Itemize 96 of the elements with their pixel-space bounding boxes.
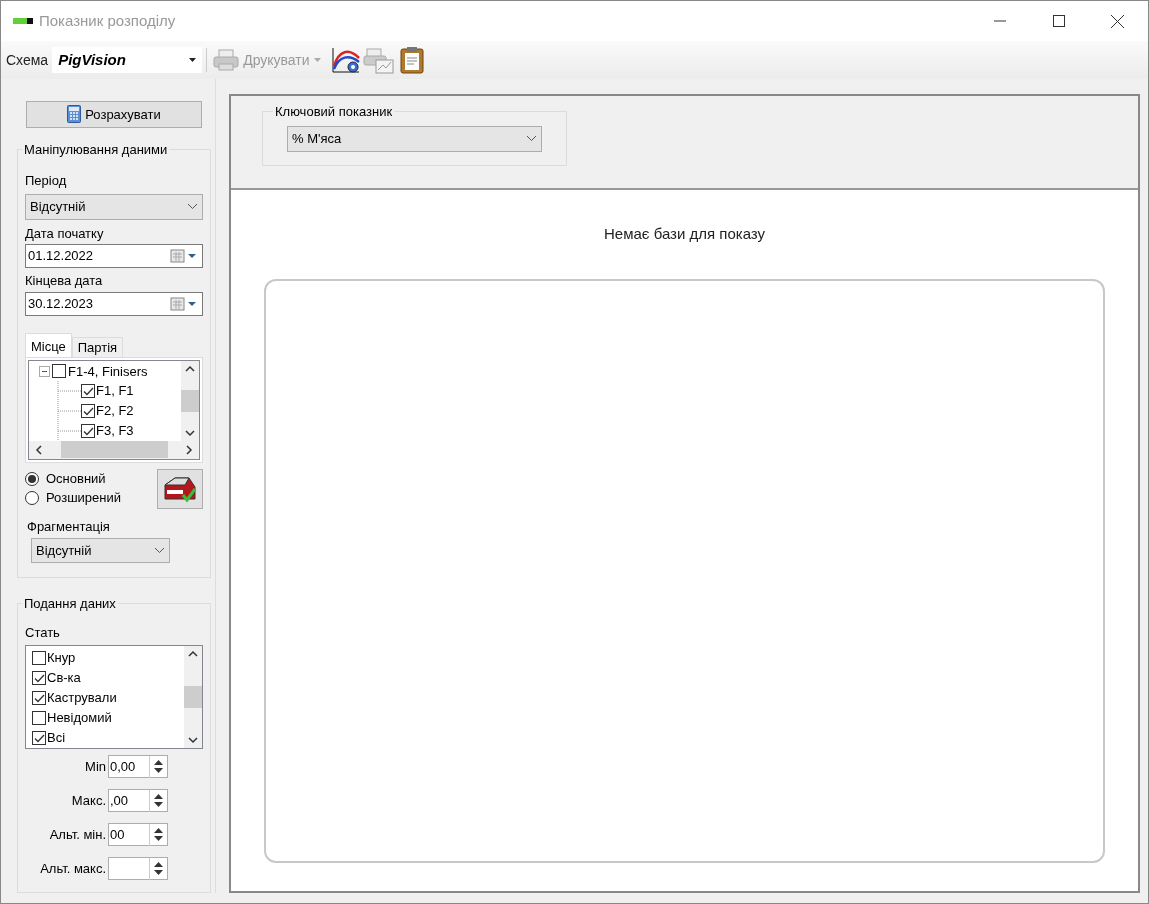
spin-up-icon[interactable] xyxy=(154,794,163,799)
period-dropdown[interactable]: Відсутній xyxy=(25,193,203,220)
tree-item[interactable]: F1, F1 xyxy=(96,381,134,401)
vertical-scrollbar[interactable] xyxy=(181,360,199,441)
key-indicator-dropdown[interactable]: % М'яса xyxy=(287,125,542,152)
collapse-icon[interactable] xyxy=(39,365,50,377)
barn-check-icon xyxy=(163,474,197,503)
checkbox[interactable] xyxy=(32,711,46,725)
scrollbar-thumb[interactable] xyxy=(60,441,168,458)
calendar-dropdown-icon xyxy=(170,249,198,263)
limit-label: Альт. макс. xyxy=(40,859,106,878)
spin-down-icon[interactable] xyxy=(154,768,163,773)
number-field[interactable]: 00 xyxy=(108,823,168,846)
scroll-down-icon[interactable] xyxy=(188,737,198,744)
spin-down-icon[interactable] xyxy=(154,870,163,875)
maximize-icon[interactable] xyxy=(1053,15,1065,27)
checkbox[interactable] xyxy=(32,731,46,745)
checkbox[interactable] xyxy=(32,651,46,665)
checkbox[interactable] xyxy=(52,364,66,379)
number-field[interactable]: ,00 xyxy=(108,789,168,812)
scrollbar-thumb[interactable] xyxy=(181,389,199,412)
chevron-down-icon xyxy=(187,203,198,210)
radio-label: Основний xyxy=(46,470,106,489)
list-item[interactable]: Св-ка xyxy=(47,668,81,688)
date-field[interactable]: 01.12.2022 xyxy=(25,244,203,268)
radio-label: Розширений xyxy=(46,489,121,508)
tree-item[interactable]: F1-4, Finisers xyxy=(68,361,148,381)
limit-label: Min xyxy=(85,757,106,776)
spin-up-icon[interactable] xyxy=(154,760,163,765)
check-icon xyxy=(33,693,45,703)
group-title: Ключовий показник xyxy=(274,103,394,121)
date-field[interactable]: 30.12.2023 xyxy=(25,291,203,316)
tree-item[interactable]: F3, F3 xyxy=(96,421,134,441)
spin-down-icon[interactable] xyxy=(154,802,163,807)
group-title: Маніпулювання даними xyxy=(23,140,169,159)
scroll-right-icon[interactable] xyxy=(186,444,193,455)
check-icon xyxy=(33,673,45,683)
start-date-label: Дата початку xyxy=(25,224,105,243)
number-field[interactable]: 0,00 xyxy=(108,755,168,778)
sex-label: Стать xyxy=(25,623,61,642)
app-logo-icon xyxy=(13,18,33,24)
tab[interactable]: Місце xyxy=(25,332,72,357)
tab[interactable]: Партія xyxy=(71,336,124,357)
scroll-up-icon[interactable] xyxy=(185,364,195,372)
check-icon xyxy=(82,406,94,416)
window-title: Показник розподілу xyxy=(39,10,176,31)
dropdown-arrow-icon xyxy=(189,58,197,62)
calendar-dropdown-icon xyxy=(170,296,198,311)
check-icon xyxy=(33,733,45,743)
tree-item[interactable]: F2, F2 xyxy=(96,401,134,421)
number-field[interactable] xyxy=(108,857,168,880)
fragmentation-dropdown[interactable]: Відсутній xyxy=(31,538,170,563)
scroll-left-icon[interactable] xyxy=(35,444,42,455)
group-title: Подання даних xyxy=(23,595,117,613)
limit-label: Альт. мін. xyxy=(49,825,106,844)
tree-line xyxy=(56,381,81,401)
end-date-label: Кінцева дата xyxy=(25,272,104,290)
period-label: Період xyxy=(25,172,68,190)
chevron-down-icon xyxy=(526,135,537,142)
dropdown-arrow-icon xyxy=(313,58,321,62)
fragmentation-label: Фрагментація xyxy=(27,517,111,536)
spin-up-icon[interactable] xyxy=(154,862,163,867)
barn-button[interactable] xyxy=(157,468,203,509)
list-item[interactable]: Кастрували xyxy=(47,688,117,708)
radio-button[interactable] xyxy=(25,491,39,505)
radio-button[interactable] xyxy=(25,472,39,486)
schema-dropdown[interactable]: PigVision xyxy=(52,47,203,73)
horizontal-scrollbar[interactable] xyxy=(29,440,199,459)
scroll-down-icon[interactable] xyxy=(185,429,195,437)
vertical-scrollbar[interactable] xyxy=(184,646,202,748)
tree-line xyxy=(56,421,81,441)
checkbox[interactable] xyxy=(81,424,95,438)
spin-up-icon[interactable] xyxy=(154,828,163,833)
chevron-down-icon xyxy=(154,547,165,554)
clipboard-icon[interactable] xyxy=(398,46,425,74)
limit-label: Макс. xyxy=(71,791,106,810)
checkbox[interactable] xyxy=(81,404,95,418)
list-item[interactable]: Кнур xyxy=(47,648,76,668)
checkbox[interactable] xyxy=(81,384,95,398)
close-icon[interactable] xyxy=(1111,14,1124,28)
scrollbar-thumb[interactable] xyxy=(184,686,202,708)
no-data-message: Немає бази для показу xyxy=(604,224,765,244)
list-item[interactable]: Невідомий xyxy=(47,708,112,728)
list-item[interactable]: Всі xyxy=(47,728,66,748)
calculate-button[interactable]: Розрахувати xyxy=(26,101,202,128)
curve-settings-icon[interactable] xyxy=(330,46,361,74)
checkbox[interactable] xyxy=(32,691,46,705)
scroll-up-icon[interactable] xyxy=(188,650,198,657)
schema-label: Схема xyxy=(6,50,49,70)
checkbox[interactable] xyxy=(32,671,46,685)
spin-down-icon[interactable] xyxy=(154,836,163,841)
tree-line xyxy=(56,401,81,421)
check-icon xyxy=(82,386,94,396)
check-icon xyxy=(82,426,94,436)
printer-icon xyxy=(213,49,240,71)
calculator-icon xyxy=(67,105,82,124)
